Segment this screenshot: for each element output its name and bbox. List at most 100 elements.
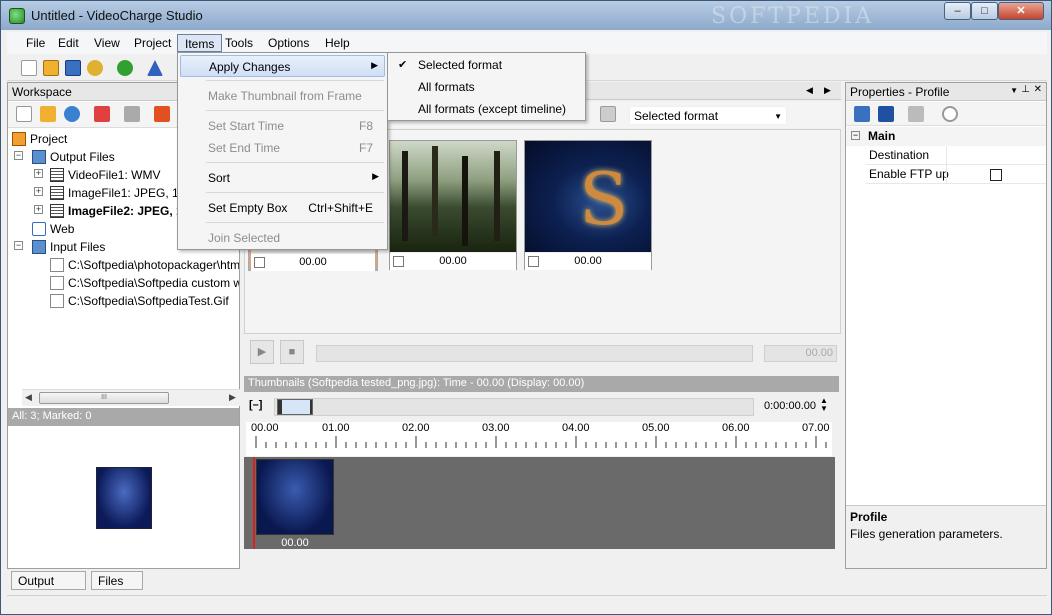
tree-video1[interactable]: VideoFile1: WMV [50,166,160,184]
delete-icon[interactable] [154,106,170,122]
copyright-icon[interactable] [942,106,958,122]
stop-button[interactable]: ■ [280,340,304,364]
pin-icon[interactable]: ⊥ [1021,84,1030,95]
cut-icon[interactable] [124,106,140,122]
categorized-icon[interactable] [854,106,870,122]
maximize-button[interactable]: □ [971,2,998,20]
timeline-slider[interactable] [274,398,754,416]
collapse-icon[interactable]: − [14,241,23,250]
timeline-hscroll[interactable] [244,550,835,567]
ruler-label: 04.00 [562,422,590,434]
thumbnail-card[interactable]: 00.00 [524,140,652,270]
coins-icon[interactable] [87,60,103,76]
tree-input1[interactable]: C:\Softpedia\photopackager\htm [50,256,239,274]
close-icon[interactable]: ✕ [1034,84,1042,95]
format-select[interactable]: Selected format ▼ [629,106,787,125]
menu-items[interactable]: Items [177,34,223,52]
thumbnail-view-icon[interactable] [600,106,616,122]
property-name: Destination [869,148,930,162]
edit-icon[interactable] [94,106,110,122]
thumbnail-image [390,141,516,252]
add-property-icon[interactable] [908,106,924,122]
new-file-icon[interactable] [21,60,37,76]
menu-project[interactable]: Project [127,34,178,52]
expand-icon[interactable]: + [34,205,43,214]
ruler-label: 06.00 [722,422,750,434]
collapse-icon[interactable]: − [851,131,860,140]
playhead[interactable] [253,457,255,549]
thumbnail-checkbox[interactable] [528,256,539,267]
tree-image1[interactable]: ImageFile1: JPEG, 100 [50,184,192,202]
tree-input2[interactable]: C:\Softpedia\Softpedia custom w [50,274,239,292]
menu-apply-changes[interactable]: Apply Changes ▶ [180,55,385,77]
tree-video1-label: VideoFile1: WMV [68,168,161,182]
property-value[interactable] [946,146,1046,164]
tab-prev-icon[interactable]: ◀ [806,85,813,96]
project-icon [12,132,26,146]
tree-input-files[interactable]: Input Files [32,238,105,256]
tab-next-icon[interactable]: ▶ [824,85,831,96]
menu-tools[interactable]: Tools [218,34,260,52]
scroll-left-icon[interactable]: ◀ [25,392,32,403]
slider-knob[interactable] [277,399,313,415]
time-spinner-icon[interactable]: ▲ ▼ [820,397,828,413]
tree-output-files[interactable]: Output Files [32,148,115,166]
preview-thumbnail [96,467,152,529]
dropdown-icon[interactable]: ▼ [1010,86,1018,95]
add-web-icon[interactable] [64,106,80,122]
close-button[interactable]: ✕ [998,2,1044,20]
tree-image2[interactable]: ImageFile2: JPEG, 1( [50,202,187,220]
workspace-hscroll[interactable]: ◀ III ▶ [22,389,240,406]
submenu-all-formats-except[interactable]: All formats (except timeline) [390,99,583,119]
property-category[interactable]: − Main [846,127,1046,146]
tab-output[interactable]: Output [11,571,86,590]
scroll-thumb[interactable]: III [39,392,169,404]
timeline-track[interactable]: 00.00 [244,457,835,549]
thumbnail-checkbox[interactable] [393,256,404,267]
property-row-ftp[interactable]: Enable FTP up [866,165,1046,184]
timeline-clip[interactable] [256,459,334,535]
thumbnails-header: Thumbnails (Softpedia tested_png.jpg): T… [244,376,839,392]
tree-project[interactable]: Project [12,130,67,148]
menu-set-start-time-label: Set Start Time [208,119,285,133]
playback-time: 00.00 [764,345,837,362]
wizard-icon[interactable] [147,60,163,76]
submenu-selected-format[interactable]: ✔ Selected format [390,55,583,75]
scroll-right-icon[interactable]: ▶ [229,392,236,403]
ruler-label: 02.00 [402,422,430,434]
run-icon[interactable] [117,60,133,76]
thumbnail-checkbox[interactable] [254,257,265,268]
menu-help[interactable]: Help [318,34,357,52]
sort-az-icon[interactable] [878,106,894,122]
playback-progress[interactable] [316,345,753,362]
thumbnail-card[interactable]: 00.00 [389,140,517,270]
add-folder-icon[interactable] [40,106,56,122]
submenu-all-formats[interactable]: All formats [390,77,583,97]
play-button[interactable]: ▶ [250,340,274,364]
save-icon[interactable] [65,60,81,76]
menu-file[interactable]: File [19,34,52,52]
menu-separator [206,80,384,81]
range-bracket-icon[interactable]: [–] [249,399,262,411]
document-icon [50,276,64,290]
expand-icon[interactable]: + [34,169,43,178]
open-folder-icon[interactable] [43,60,59,76]
menu-sort[interactable]: Sort ▶ [180,167,385,189]
tree-input3[interactable]: C:\Softpedia\SoftpediaTest.Gif [50,292,229,310]
property-row-destination[interactable]: Destination [866,146,1046,165]
expand-icon[interactable]: + [34,187,43,196]
menu-options[interactable]: Options [261,34,316,52]
menu-view[interactable]: View [87,34,127,52]
tab-files[interactable]: Files [91,571,143,590]
minimize-button[interactable]: – [944,2,971,20]
menu-edit[interactable]: Edit [51,34,86,52]
items-dropdown-menu: Apply Changes ▶ Make Thumbnail from Fram… [177,52,388,250]
tree-web[interactable]: Web [32,220,74,238]
menu-sort-label: Sort [208,171,231,185]
add-file-icon[interactable] [16,106,32,122]
menu-set-empty-box[interactable]: Set Empty Box Ctrl+Shift+E [180,197,385,219]
timeline-controls: [–] 0:00:00.00 ▲ ▼ [244,394,839,420]
enable-ftp-checkbox[interactable] [990,169,1002,181]
collapse-icon[interactable]: − [14,151,23,160]
timeline-ruler[interactable]: 00.00 01.00 02.00 03.00 04.00 05.00 06.0… [246,422,832,456]
